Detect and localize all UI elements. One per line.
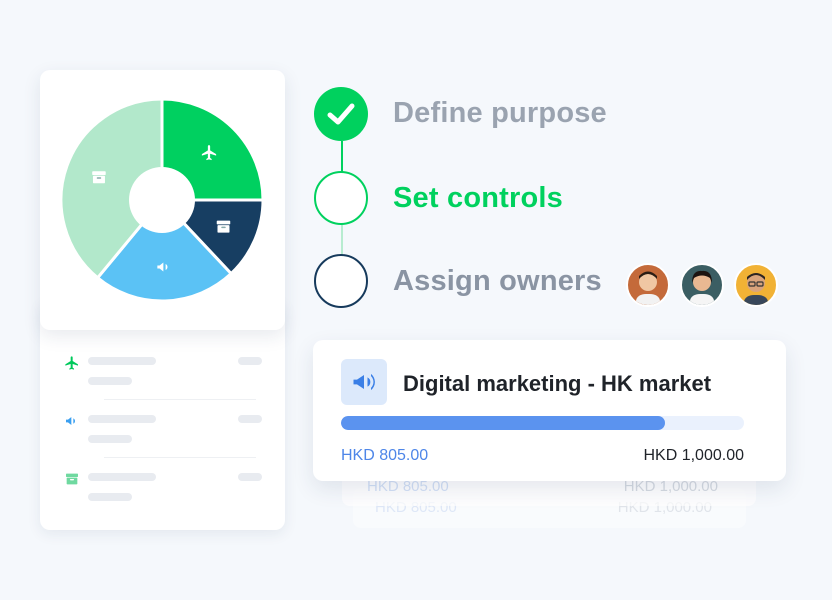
step-label-assign-owners[interactable]: Assign owners: [393, 265, 602, 298]
budget-spent: HKD 805.00: [341, 447, 429, 464]
budget-category-icon: [341, 359, 387, 405]
step-connector: [341, 224, 343, 257]
budget-title: Digital marketing - HK market: [403, 371, 712, 396]
checkmark-icon: [327, 103, 355, 125]
archive-box-icon: [216, 220, 231, 233]
budget-progress-bar: [341, 416, 744, 430]
budget-total: HKD 1,000.00: [643, 447, 744, 464]
megaphone-icon: [353, 373, 375, 391]
archive-box-icon: [92, 171, 106, 184]
list-item[interactable]: [64, 413, 264, 453]
avatar[interactable]: [734, 263, 778, 307]
step-connector: [341, 141, 343, 175]
step-active-indicator[interactable]: [314, 171, 368, 225]
avatar[interactable]: [680, 263, 724, 307]
airplane-icon: [65, 356, 78, 370]
spending-pie-chart: [59, 97, 265, 303]
budget-card[interactable]: Digital marketing - HK market HKD 805.00…: [313, 340, 786, 481]
spending-pie-card: [40, 70, 285, 330]
step-pending-indicator[interactable]: [314, 254, 368, 308]
list-item[interactable]: [64, 355, 264, 395]
archive-box-icon: [66, 473, 78, 485]
category-list-card: [40, 300, 285, 530]
step-done-indicator: [314, 87, 368, 141]
budget-progress-fill: [341, 416, 666, 430]
avatar[interactable]: [626, 263, 670, 307]
step-label-set-controls[interactable]: Set controls: [393, 182, 563, 215]
step-label-define-purpose: Define purpose: [393, 97, 607, 129]
megaphone-icon: [66, 417, 75, 425]
list-item[interactable]: [64, 471, 264, 511]
